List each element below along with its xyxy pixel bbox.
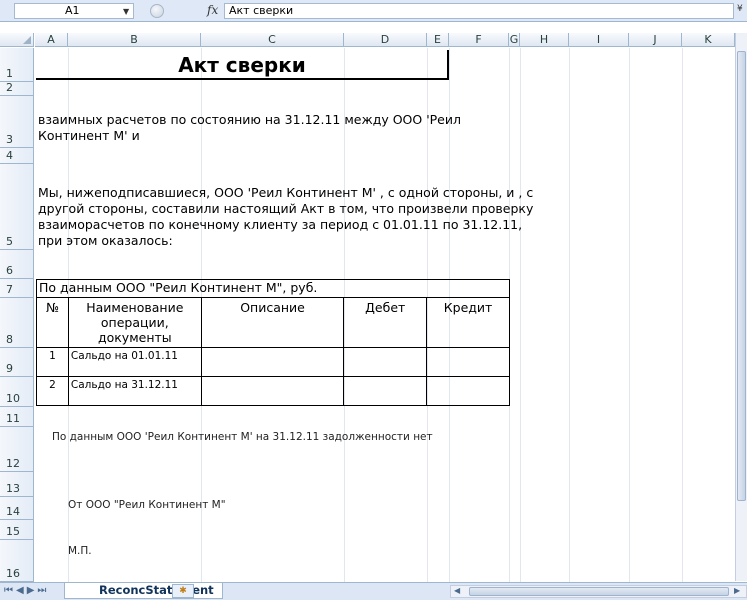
col-header-operation[interactable]: Наименование операции, документы — [67, 297, 202, 348]
row-debit[interactable] — [343, 347, 428, 377]
formula-bar: A1 ▼ fx Акт сверки ¥ — [0, 0, 747, 22]
column-header-h[interactable]: H — [520, 33, 569, 47]
column-header-a[interactable]: A — [35, 33, 68, 47]
vertical-scroll-thumb[interactable] — [737, 51, 746, 501]
expand-formula-bar-icon[interactable]: ¥ — [737, 4, 743, 14]
row-description[interactable] — [200, 376, 345, 406]
column-header-i[interactable]: I — [569, 33, 629, 47]
row-operation[interactable]: Сальдо на 01.01.11 — [67, 347, 202, 377]
tab-reconcstatement[interactable]: ReconcStatement — [64, 583, 223, 599]
row-debit[interactable] — [343, 376, 428, 406]
horizontal-scroll-thumb[interactable] — [469, 587, 729, 596]
row-header-16[interactable]: 16 — [0, 540, 34, 582]
column-header-k[interactable]: K — [682, 33, 735, 47]
row-header-13[interactable]: 13 — [0, 472, 34, 497]
sheet-tab-bar: ⏮◀▶⏭ ReconcStatement ✱ ◀ ▶ — [0, 582, 747, 600]
row-credit[interactable] — [426, 347, 510, 377]
reconciliation-table: По данным ООО "Реил Континент М", руб. №… — [36, 279, 510, 406]
column-header-e[interactable]: E — [427, 33, 449, 47]
text-cursor — [447, 50, 449, 80]
row-header-15[interactable]: 15 — [0, 520, 34, 540]
row-header-4[interactable]: 4 — [0, 148, 34, 164]
col-header-description[interactable]: Описание — [200, 297, 345, 348]
name-box-value: A1 — [65, 4, 80, 17]
scroll-right-icon[interactable]: ▶ — [734, 586, 740, 595]
document-title[interactable]: Акт сверки — [36, 48, 448, 80]
row-header-10[interactable]: 10 — [0, 377, 34, 407]
row-header-11[interactable]: 11 — [0, 407, 34, 427]
scroll-left-icon[interactable]: ◀ — [454, 586, 460, 595]
select-all-corner[interactable] — [0, 33, 34, 47]
column-header-g[interactable]: G — [509, 33, 520, 47]
col-header-number[interactable]: № — [36, 297, 69, 348]
column-header-d[interactable]: D — [344, 33, 427, 47]
row-description[interactable] — [200, 347, 345, 377]
col-header-credit[interactable]: Кредит — [426, 297, 510, 348]
intro-line[interactable]: взаимных расчетов по состоянию на 31.12.… — [38, 112, 518, 144]
signature-from[interactable]: От ООО "Реил Континент М" — [68, 499, 226, 511]
formula-input[interactable]: Акт сверки — [224, 3, 734, 19]
horizontal-scrollbar[interactable]: ◀ ▶ — [450, 585, 747, 598]
row-header-6[interactable]: 6 — [0, 250, 34, 279]
table-row: 2 Сальдо на 31.12.11 — [36, 376, 510, 406]
row-header-8[interactable]: 8 — [0, 298, 34, 348]
insert-function-icon[interactable]: fx — [207, 3, 218, 17]
row-header-1[interactable]: 1 — [0, 48, 34, 82]
select-all-triangle-icon — [23, 36, 31, 44]
row-number[interactable]: 2 — [36, 376, 69, 406]
name-box[interactable]: A1 ▼ — [14, 3, 134, 19]
row-header-3[interactable]: 3 — [0, 96, 34, 148]
row-credit[interactable] — [426, 376, 510, 406]
stamp-place[interactable]: М.П. — [68, 545, 92, 557]
table-row: 1 Сальдо на 01.01.11 — [36, 347, 510, 377]
chevron-down-icon[interactable]: ▼ — [123, 5, 129, 19]
table-caption[interactable]: По данным ООО "Реил Континент М", руб. — [36, 279, 510, 298]
debt-statement[interactable]: По данным ООО 'Реил Континент М' на 31.1… — [52, 431, 433, 443]
sheet-nav-buttons-icon[interactable]: ⏮◀▶⏭ — [4, 585, 49, 596]
row-header-12[interactable]: 12 — [0, 427, 34, 472]
insert-sheet-icon[interactable]: ✱ — [172, 584, 194, 598]
row-operation[interactable]: Сальдо на 31.12.11 — [67, 376, 202, 406]
col-header-debit[interactable]: Дебет — [343, 297, 428, 348]
column-header-c[interactable]: C — [201, 33, 344, 47]
column-header-j[interactable]: J — [629, 33, 682, 47]
row-header-7[interactable]: 7 — [0, 279, 34, 298]
row-header-2[interactable]: 2 — [0, 81, 34, 96]
row-header-9[interactable]: 9 — [0, 348, 34, 377]
row-header-5[interactable]: 5 — [0, 164, 34, 250]
function-wizard-ball-icon[interactable] — [150, 4, 164, 18]
column-header-f[interactable]: F — [449, 33, 509, 47]
row-header-14[interactable]: 14 — [0, 497, 34, 520]
vertical-scrollbar[interactable] — [735, 33, 747, 581]
statement-paragraph[interactable]: Мы, нижеподписавшиеся, ООО 'Реил Контине… — [38, 185, 538, 249]
row-number[interactable]: 1 — [36, 347, 69, 377]
column-header-b[interactable]: B — [68, 33, 201, 47]
